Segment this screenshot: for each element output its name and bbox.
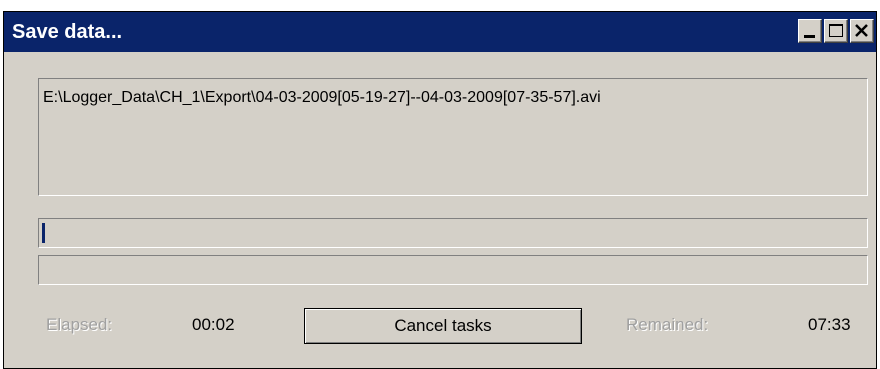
maximize-button[interactable] [824, 19, 848, 43]
cancel-tasks-button[interactable]: Cancel tasks [304, 308, 582, 344]
remained-label: Remained: [626, 315, 709, 334]
title-bar[interactable]: Save data... [4, 12, 876, 52]
overall-progress-bar [38, 255, 868, 285]
elapsed-label: Elapsed: [46, 315, 113, 334]
remained-value: 07:33 [808, 315, 851, 334]
maximize-icon [829, 24, 843, 37]
close-button[interactable] [850, 19, 874, 43]
elapsed-value: 00:02 [192, 315, 235, 334]
window-title: Save data... [12, 21, 123, 43]
save-data-dialog: Save data... E:\Logger_Data\CH_1\Export\… [3, 11, 877, 369]
window-controls [798, 19, 874, 45]
minimize-button[interactable] [798, 19, 822, 43]
current-file-progress-bar [38, 218, 868, 248]
minimize-icon [804, 35, 815, 38]
file-path-text: E:\Logger_Data\CH_1\Export\04-03-2009[05… [43, 89, 601, 106]
current-file-progress-fill [42, 223, 45, 243]
close-icon [855, 24, 868, 37]
file-path-box: E:\Logger_Data\CH_1\Export\04-03-2009[05… [38, 78, 868, 196]
